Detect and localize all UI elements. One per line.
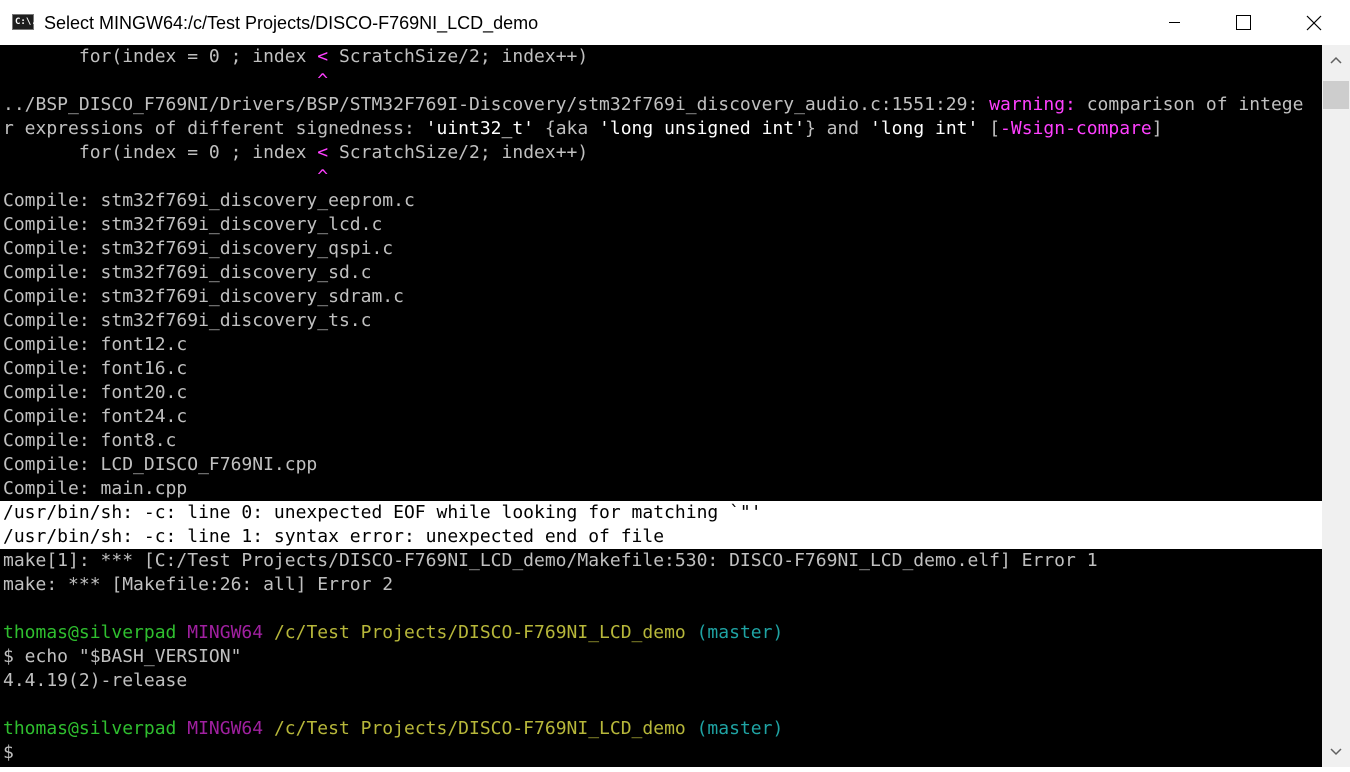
scroll-up-button[interactable] bbox=[1322, 45, 1350, 75]
compile-line: Compile: stm32f769i_discovery_eeprom.c bbox=[3, 190, 415, 211]
command-output: 4.4.19(2)-release bbox=[3, 670, 188, 691]
minimize-icon bbox=[1169, 22, 1180, 23]
caret-line: ^ bbox=[3, 70, 329, 91]
minimize-button[interactable] bbox=[1140, 0, 1209, 45]
scrollbar-thumb[interactable] bbox=[1323, 81, 1349, 109]
prompt-path: /c/Test Projects/DISCO-F769NI_LCD_demo bbox=[273, 718, 686, 739]
compile-line: Compile: font16.c bbox=[3, 358, 188, 379]
maximize-icon bbox=[1236, 15, 1251, 30]
prompt-branch: (master) bbox=[696, 718, 784, 739]
compile-line: Compile: font20.c bbox=[3, 382, 188, 403]
vertical-scrollbar[interactable] bbox=[1322, 45, 1350, 767]
source-line: for(index = 0 ; index < ScratchSize/2; i… bbox=[3, 142, 589, 163]
maximize-button[interactable] bbox=[1209, 0, 1278, 45]
close-icon bbox=[1306, 15, 1322, 31]
make-error-line: make: *** [Makefile:26: all] Error 2 bbox=[3, 574, 394, 595]
terminal-output[interactable]: for(index = 0 ; index < ScratchSize/2; i… bbox=[0, 45, 1322, 767]
prompt-user: thomas@silverpad bbox=[3, 718, 177, 739]
make-error-line: make[1]: *** [C:/Test Projects/DISCO-F76… bbox=[3, 550, 1098, 571]
selected-error-line: /usr/bin/sh: -c: line 0: unexpected EOF … bbox=[3, 502, 762, 523]
close-button[interactable] bbox=[1279, 0, 1350, 45]
compile-line: Compile: main.cpp bbox=[3, 478, 188, 499]
console-icon-glyph: C:\. bbox=[15, 17, 37, 27]
compile-line: Compile: font24.c bbox=[3, 406, 188, 427]
compile-line: Compile: LCD_DISCO_F769NI.cpp bbox=[3, 454, 318, 475]
scroll-up-arrow-icon bbox=[1330, 56, 1342, 64]
shell-prompt: thomas@silverpad MINGW64 /c/Test Project… bbox=[3, 717, 783, 741]
warning-line: ../BSP_DISCO_F769NI/Drivers/BSP/STM32F76… bbox=[3, 94, 1304, 115]
compile-line: Compile: stm32f769i_discovery_sdram.c bbox=[3, 286, 404, 307]
compile-line: Compile: stm32f769i_discovery_lcd.c bbox=[3, 214, 383, 235]
scroll-down-button[interactable] bbox=[1322, 737, 1350, 767]
compile-line: Compile: stm32f769i_discovery_ts.c bbox=[3, 310, 372, 331]
caret-line: ^ bbox=[3, 166, 329, 187]
window-title: Select MINGW64:/c/Test Projects/DISCO-F7… bbox=[44, 13, 539, 33]
compile-line: Compile: stm32f769i_discovery_qspi.c bbox=[3, 238, 394, 259]
input-line[interactable]: $ bbox=[3, 741, 14, 765]
compile-line: Compile: font8.c bbox=[3, 430, 177, 451]
console-icon[interactable]: C:\. bbox=[12, 14, 37, 30]
warning-line-continued: r expressions of different signedness: '… bbox=[3, 118, 1163, 139]
source-line: for(index = 0 ; index < ScratchSize/2; i… bbox=[3, 46, 589, 67]
prompt-msystem: MINGW64 bbox=[187, 718, 264, 739]
shell-prompt: thomas@silverpad MINGW64 /c/Test Project… bbox=[3, 621, 783, 645]
compile-line: Compile: font12.c bbox=[3, 334, 188, 355]
title-bar[interactable]: C:\. Select MINGW64:/c/Test Projects/DIS… bbox=[0, 0, 1350, 45]
compile-line: Compile: stm32f769i_discovery_sd.c bbox=[3, 262, 372, 283]
prompt-user: thomas@silverpad bbox=[3, 622, 177, 643]
prompt-msystem: MINGW64 bbox=[187, 622, 264, 643]
prompt-branch: (master) bbox=[696, 622, 784, 643]
prompt-path: /c/Test Projects/DISCO-F769NI_LCD_demo bbox=[273, 622, 686, 643]
scroll-down-arrow-icon bbox=[1330, 748, 1342, 756]
selected-error-line: /usr/bin/sh: -c: line 1: syntax error: u… bbox=[3, 526, 665, 547]
command-line: $ echo "$BASH_VERSION" bbox=[3, 646, 242, 667]
